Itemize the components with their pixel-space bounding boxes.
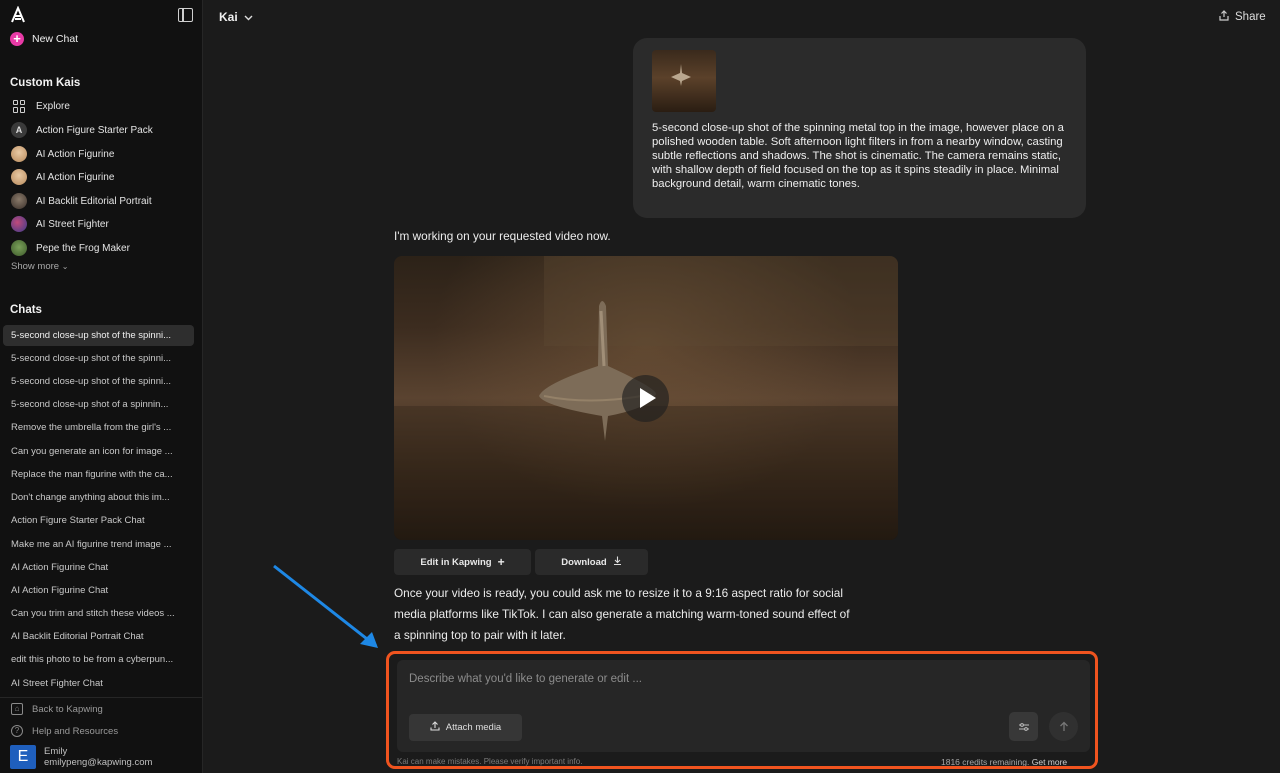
kai-avatar bbox=[11, 193, 27, 209]
sidebar-item-label: Pepe the Frog Maker bbox=[36, 242, 130, 254]
home-icon: ⌂ bbox=[11, 703, 23, 715]
kai-avatar bbox=[11, 146, 27, 162]
sidebar-item-label: AI Action Figurine bbox=[36, 171, 115, 183]
assistant-intro-text: I'm working on your requested video now. bbox=[394, 229, 611, 243]
explore-grid-icon bbox=[13, 99, 26, 113]
edit-label: Edit in Kapwing bbox=[420, 556, 492, 568]
user-message-bubble: 5-second close-up shot of the spinning m… bbox=[633, 38, 1086, 218]
avatar: E bbox=[10, 745, 36, 769]
sidebar-item-label: Action Figure Starter Pack bbox=[36, 124, 153, 136]
download-icon bbox=[613, 556, 622, 568]
chat-item[interactable]: edit this photo to be from a cyberpun... bbox=[3, 649, 194, 670]
download-label: Download bbox=[561, 556, 607, 568]
chat-item[interactable]: Action Figure Starter Pack Chat bbox=[3, 510, 194, 531]
sidebar: + New Chat Custom Kais Explore A Action … bbox=[0, 0, 203, 773]
share-icon bbox=[1219, 10, 1229, 24]
kai-selector-dropdown[interactable]: Kai bbox=[219, 10, 253, 24]
plus-icon: + bbox=[497, 555, 505, 569]
kai-avatar bbox=[11, 216, 27, 232]
chats-title: Chats bbox=[10, 304, 42, 316]
sidebar-item-kai[interactable]: AI Backlit Editorial Portrait bbox=[11, 192, 152, 210]
kapwing-logo-icon[interactable] bbox=[9, 5, 27, 24]
sidebar-item-label: AI Action Figurine bbox=[36, 148, 115, 160]
annotation-arrow-icon bbox=[273, 564, 378, 648]
generated-video-player[interactable] bbox=[394, 256, 898, 540]
chat-item[interactable]: AI Action Figurine Chat bbox=[3, 580, 194, 601]
play-button[interactable] bbox=[622, 375, 669, 422]
kai-avatar bbox=[11, 240, 27, 256]
kai-selector-label: Kai bbox=[219, 10, 238, 24]
sidebar-item-explore[interactable]: Explore bbox=[11, 97, 70, 115]
plus-icon: + bbox=[10, 32, 24, 46]
custom-kais-title: Custom Kais bbox=[10, 77, 81, 89]
chat-item[interactable]: Can you generate an icon for image ... bbox=[3, 441, 194, 462]
help-label: Help and Resources bbox=[32, 725, 119, 737]
chat-item[interactable]: Don't change anything about this im... bbox=[3, 487, 194, 508]
user-name: Emily bbox=[44, 746, 68, 757]
show-more-label: Show more bbox=[11, 261, 60, 272]
share-label: Share bbox=[1235, 11, 1266, 23]
new-chat-label: New Chat bbox=[32, 33, 79, 45]
new-chat-button[interactable]: + New Chat bbox=[10, 32, 78, 46]
sidebar-item-kai[interactable]: A Action Figure Starter Pack bbox=[11, 121, 153, 139]
annotation-highlight-box bbox=[386, 651, 1098, 769]
chat-item[interactable]: Remove the umbrella from the girl's ... bbox=[3, 417, 194, 438]
kai-avatar bbox=[11, 169, 27, 185]
help-icon: ? bbox=[11, 725, 23, 737]
chat-item[interactable]: 5-second close-up shot of the spinni... bbox=[3, 325, 194, 346]
chat-item[interactable]: Replace the man figurine with the ca... bbox=[3, 464, 194, 485]
sidebar-item-kai[interactable]: AI Action Figurine bbox=[11, 145, 114, 163]
back-to-kapwing-link[interactable]: ⌂ Back to Kapwing bbox=[11, 703, 103, 715]
sidebar-item-label: AI Street Fighter bbox=[36, 218, 109, 230]
sidebar-item-kai[interactable]: Pepe the Frog Maker bbox=[11, 239, 130, 257]
sidebar-item-kai[interactable]: AI Action Figurine bbox=[11, 168, 114, 186]
chat-item[interactable]: AI Street Fighter Chat bbox=[3, 673, 194, 694]
assistant-followup-text: Once your video is ready, you could ask … bbox=[394, 586, 850, 642]
sidebar-item-kai[interactable]: AI Street Fighter bbox=[11, 215, 109, 233]
user-profile[interactable]: E Emily emilypeng@kapwing.com bbox=[10, 745, 152, 769]
collapse-sidebar-icon[interactable] bbox=[178, 8, 193, 22]
chevron-down-icon: ⌄ bbox=[61, 262, 69, 271]
back-label: Back to Kapwing bbox=[32, 703, 103, 715]
user-prompt-text: 5-second close-up shot of the spinning m… bbox=[652, 122, 1064, 190]
chevron-down-icon bbox=[244, 10, 253, 24]
edit-in-kapwing-button[interactable]: Edit in Kapwing + bbox=[394, 549, 531, 575]
attached-image-thumbnail[interactable] bbox=[652, 50, 716, 112]
download-button[interactable]: Download bbox=[535, 549, 648, 575]
sidebar-item-label: AI Backlit Editorial Portrait bbox=[36, 195, 152, 207]
chat-item[interactable]: 5-second close-up shot of a spinnin... bbox=[3, 394, 194, 415]
chat-item[interactable]: 5-second close-up shot of the spinni... bbox=[3, 348, 194, 369]
sidebar-item-label: Explore bbox=[36, 100, 70, 112]
chat-item[interactable]: AI Backlit Editorial Portrait Chat bbox=[3, 626, 194, 647]
share-button[interactable]: Share bbox=[1219, 10, 1266, 24]
sidebar-divider bbox=[0, 697, 203, 698]
kai-avatar: A bbox=[11, 122, 27, 138]
chat-item[interactable]: 5-second close-up shot of the spinni... bbox=[3, 371, 194, 392]
chat-item[interactable]: AI Action Figurine Chat bbox=[3, 557, 194, 578]
user-email: emilypeng@kapwing.com bbox=[44, 757, 153, 768]
chat-item[interactable]: Can you trim and stitch these videos ... bbox=[3, 603, 194, 624]
help-resources-link[interactable]: ? Help and Resources bbox=[11, 725, 118, 737]
spinning-top-image bbox=[671, 64, 691, 86]
show-more-link[interactable]: Show more ⌄ bbox=[11, 261, 68, 272]
chat-item[interactable]: Make me an AI figurine trend image ... bbox=[3, 534, 194, 555]
